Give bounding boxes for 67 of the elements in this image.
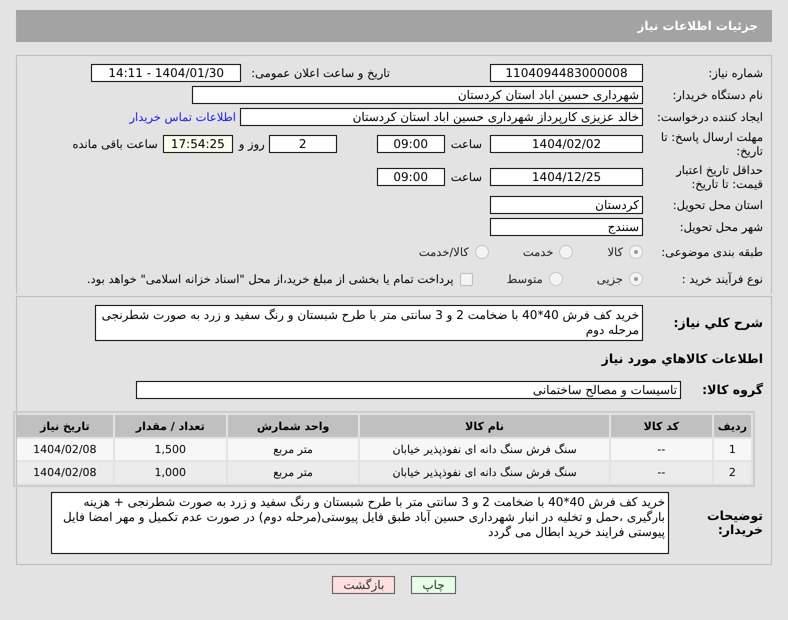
radio-label: کالا/خدمت: [418, 245, 469, 259]
input-field[interactable]: خالد عزیزی کارپرداز شهرداری حسین اباد استان کردستان: [240, 108, 643, 126]
field-label: شهر محل تحویل:: [678, 220, 764, 234]
column-header: کد کالا: [610, 415, 712, 437]
field-label: حداقل تاریخ اعتبار قیمت: تا تاریخ:: [674, 163, 764, 191]
input-field[interactable]: سنندج: [490, 218, 643, 236]
radio-label: متوسط: [506, 272, 543, 286]
table-cell: سنگ فرش سنگ دانه ای نفوذپذیر خیابان: [360, 439, 609, 460]
table-cell: متر مربع: [228, 439, 358, 460]
field-label: ساعت: [450, 137, 482, 151]
field-label: مهلت ارسال پاسخ: تا تاریخ:: [660, 130, 764, 158]
summary-textarea[interactable]: خرید کف فرش 40*40 با ضخامت 2 و 3 سانتی متر با طرح شبستان و رنگ سفید و زرد به صورت شطرنجی مرحله دوم: [95, 305, 643, 341]
section-title: اطلاعات کالاهاي مورد نياز: [600, 351, 764, 366]
field-label: ساعت: [450, 170, 482, 184]
field-label: استان محل تحویل:: [672, 198, 764, 212]
table-cell: --: [610, 439, 712, 460]
table-cell: 1,000: [114, 462, 226, 483]
table-cell: 1404/02/08: [17, 462, 113, 483]
column-header: واحد شمارش: [228, 415, 358, 437]
radio-label: خدمت: [522, 245, 554, 259]
input-field[interactable]: 09:00: [376, 168, 445, 186]
input-field[interactable]: 1404/02/02: [490, 135, 643, 153]
field-label: شرح کلي نياز:: [672, 316, 764, 330]
table-cell: 1404/02/08: [17, 439, 113, 460]
contact-link[interactable]: اطلاعات تماس خریدار: [129, 110, 236, 124]
field-label: نام دستگاه خریدار:: [671, 88, 764, 102]
input-field[interactable]: 2: [268, 135, 337, 153]
input-field[interactable]: شهرداری حسین اباد استان کردستان: [192, 86, 643, 104]
input-field[interactable]: کردستان: [490, 196, 643, 214]
checkbox[interactable]: [460, 272, 473, 286]
table-cell: 2: [714, 462, 751, 483]
input-field[interactable]: تاسیسات و مصالح ساختمانی: [136, 380, 681, 398]
field-label: نوع فرآیند خرید :: [680, 272, 764, 286]
field-label: روز و: [238, 137, 265, 151]
input-field[interactable]: 09:00: [376, 135, 445, 153]
column-header: تاریخ نیاز: [17, 415, 113, 437]
radio-button[interactable]: [559, 245, 574, 259]
radio-button[interactable]: [474, 245, 489, 259]
field-label: شماره نیاز:: [707, 66, 764, 80]
table-cell: 1: [714, 439, 751, 460]
input-field[interactable]: 1104094483000008: [490, 64, 643, 82]
table-cell: متر مربع: [228, 462, 358, 483]
field-label: توضیحات خریدار:: [706, 509, 764, 537]
radio-button[interactable]: [629, 272, 643, 286]
column-header: ردیف: [714, 415, 751, 437]
field-label: تاریخ و ساعت اعلان عمومی:: [251, 66, 390, 80]
column-header: تعداد / مقدار: [114, 415, 226, 437]
input-field[interactable]: 1404/01/30 - 14:11: [91, 64, 242, 82]
column-header: نام کالا: [360, 415, 609, 437]
page-title: جزئیات اطلاعات نیاز: [637, 19, 758, 33]
field-label: ساعت باقی مانده: [72, 137, 158, 151]
radio-button[interactable]: [548, 272, 563, 286]
field-label: ایجاد کننده درخواست:: [656, 110, 764, 124]
field-label: گروه کالا:: [701, 382, 764, 396]
back-button[interactable]: بازگشت: [332, 576, 396, 594]
payment-note: پرداخت تمام یا بخشی از مبلغ خرید،از محل "اسناد خزانه اسلامی" خواهد بود.: [86, 272, 454, 286]
input-field[interactable]: 17:54:25: [162, 135, 233, 153]
table-cell: --: [610, 462, 712, 483]
table-cell: 1,500: [114, 439, 226, 460]
radio-label: کالا: [607, 245, 623, 259]
print-button[interactable]: چاپ: [411, 576, 456, 594]
input-field[interactable]: 1404/12/25: [490, 168, 643, 186]
radio-label: جزیی: [596, 272, 623, 286]
table-cell: سنگ فرش سنگ دانه ای نفوذپذیر خیابان: [360, 462, 609, 483]
field-label: طبقه بندی موضوعی:: [660, 245, 764, 259]
notes-textarea[interactable]: خرید کف فرش 40*40 با ضخامت 2 و 3 سانتی متر با طرح شبستان و رنگ سفید و زرد به صورت شطرنجی + هزینه بارگیری ،حمل و تخلیه در انبار شهرداری حسین آباد طبق فایل پیوستی(مرحله دوم) در صورت عدم تکمیل و مهر امضا فایل پیوستی فرایند خرید ابطال می گردد: [51, 492, 669, 554]
radio-button[interactable]: [629, 245, 643, 259]
